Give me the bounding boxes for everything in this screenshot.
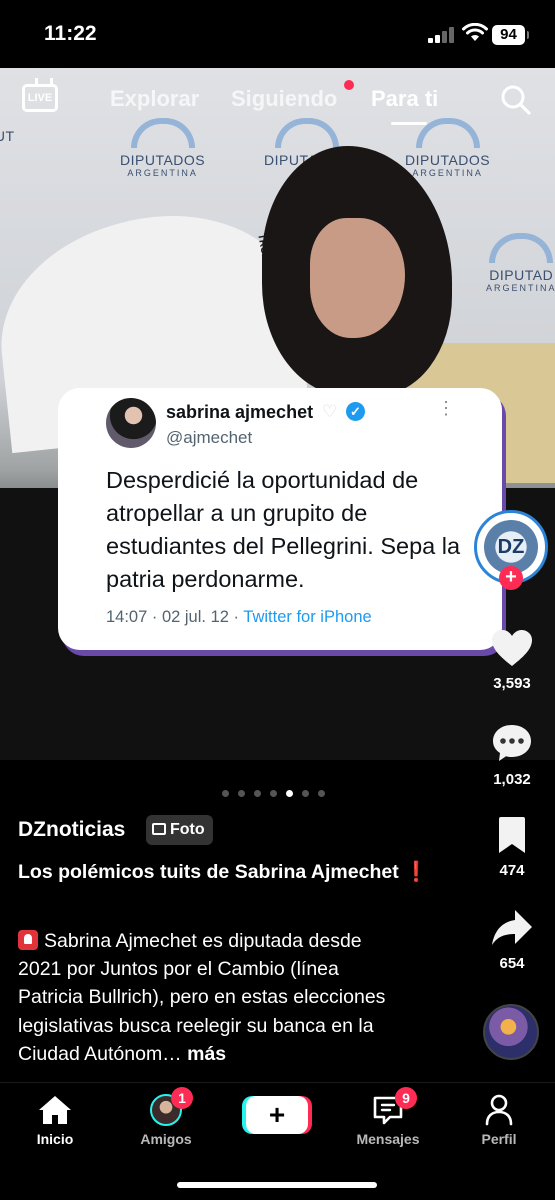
tab-para-ti[interactable]: Para ti xyxy=(371,86,438,112)
share-icon xyxy=(492,910,532,945)
post-description[interactable]: Sabrina Ajmechet es diputada desde 2021 … xyxy=(18,927,406,1068)
home-indicator[interactable] xyxy=(177,1182,377,1188)
photo-badge: Foto xyxy=(146,815,213,845)
white-heart-emoji: ♡ xyxy=(322,402,338,421)
background-logo: DIPUT xyxy=(0,128,15,144)
battery-indicator: 94 xyxy=(492,25,529,45)
nav-inicio[interactable]: Inicio xyxy=(10,1093,100,1147)
tweet-handle: @ajmechet xyxy=(166,428,253,447)
status-bar: 11:22 94 xyxy=(0,0,555,68)
plus-icon: + xyxy=(268,1099,286,1130)
nav-amigos[interactable]: 1 Amigos xyxy=(121,1087,211,1147)
comment-button[interactable]: 1,032 xyxy=(477,722,547,788)
top-nav: LIVE Explorar Siguiendo Para ti xyxy=(0,80,555,130)
post-headline: Los polémicos tuits de Sabrina Ajmechet … xyxy=(18,861,429,883)
search-icon[interactable] xyxy=(500,84,532,116)
live-button[interactable]: LIVE xyxy=(22,84,58,112)
nav-mensajes[interactable]: 9 Mensajes xyxy=(343,1087,433,1147)
follow-button[interactable]: + xyxy=(499,566,523,590)
new-content-dot xyxy=(344,80,354,90)
carousel-dot xyxy=(270,790,277,797)
carousel-dot xyxy=(238,790,245,797)
tweet-author-name: sabrina ajmechet xyxy=(166,402,314,422)
status-time: 11:22 xyxy=(44,22,97,45)
more-icon: ⋮ xyxy=(437,398,456,418)
friends-badge: 1 xyxy=(171,1087,193,1109)
tweet-meta: 14:07 · 02 jul. 12 · Twitter for iPhone xyxy=(106,608,372,626)
heart-icon xyxy=(492,630,532,666)
carousel-dot xyxy=(254,790,261,797)
comment-icon xyxy=(493,725,531,761)
background-logo: DIPUTAD ARGENTINA xyxy=(486,233,555,293)
bottom-nav: Inicio 1 Amigos + 9 Mensajes Perfil xyxy=(0,1082,555,1200)
profile-icon xyxy=(485,1094,513,1126)
bookmark-count: 474 xyxy=(499,862,525,879)
carousel-dot xyxy=(318,790,325,797)
carousel-dot xyxy=(302,790,309,797)
author-name[interactable]: DZnoticias xyxy=(18,818,125,842)
tweet-card: sabrina ajmechet ♡ ✓ ⋮ @ajmechet Desperd… xyxy=(58,388,502,650)
tweet-source: Twitter for iPhone xyxy=(243,608,372,626)
tab-siguiendo[interactable]: Siguiendo xyxy=(231,86,337,112)
music-disc-icon[interactable] xyxy=(483,1004,539,1060)
carousel-indicator xyxy=(222,784,334,797)
bookmark-button[interactable]: 474 xyxy=(477,815,547,879)
more-link[interactable]: más xyxy=(187,1043,226,1065)
verified-badge-icon: ✓ xyxy=(346,402,365,421)
cellular-signal-icon xyxy=(428,27,456,43)
home-icon xyxy=(39,1096,71,1124)
carousel-dot xyxy=(222,790,229,797)
active-tab-indicator xyxy=(391,122,427,125)
carousel-dot-active xyxy=(286,790,293,797)
share-count: 654 xyxy=(499,955,525,972)
tab-explorar[interactable]: Explorar xyxy=(110,86,199,112)
photo-icon xyxy=(152,823,166,835)
bookmark-icon xyxy=(499,817,525,853)
messages-badge: 9 xyxy=(395,1087,417,1109)
nav-perfil[interactable]: Perfil xyxy=(454,1093,544,1147)
comment-count: 1,032 xyxy=(493,771,531,788)
exclamation-emoji: ❗ xyxy=(404,861,429,883)
like-count: 3,593 xyxy=(493,675,531,692)
tweet-text: Desperdicié la oportunidad de atropellar… xyxy=(106,467,461,592)
wifi-icon xyxy=(462,23,488,41)
share-button[interactable]: 654 xyxy=(477,908,547,972)
tweet-avatar xyxy=(106,398,156,448)
create-button[interactable]: + xyxy=(246,1096,308,1134)
like-button[interactable]: 3,593 xyxy=(477,628,547,692)
siren-icon xyxy=(18,930,38,950)
